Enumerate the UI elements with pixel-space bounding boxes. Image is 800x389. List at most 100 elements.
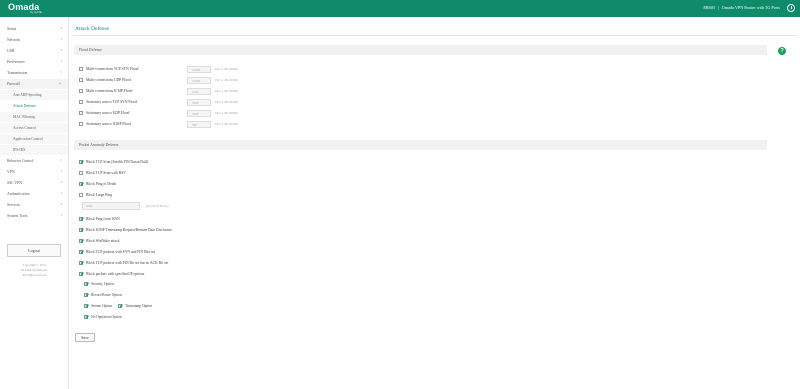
sidebar-sub-anti-arp-spoofing[interactable]: Anti ARP Spoofing	[0, 90, 68, 100]
sidebar-item-vpn[interactable]: VPN ›	[0, 167, 68, 177]
checkbox[interactable]	[118, 303, 123, 308]
chevron-right-icon: ›	[60, 70, 62, 75]
checkbox[interactable]	[79, 77, 83, 82]
flood-threshold-input[interactable]: 1000	[187, 87, 211, 95]
flood-row: Stationary source TCP SYN Flood	[79, 98, 158, 106]
device-model: ER605	[703, 5, 715, 10]
checkbox[interactable]	[79, 227, 83, 232]
chevron-right-icon: ›	[60, 59, 62, 64]
flood-hint: Pkt/s (100-99999)	[215, 100, 239, 104]
chevron-right-icon: ›	[60, 202, 62, 207]
sidebar-item-transmission[interactable]: Transmission ›	[0, 68, 68, 78]
checkbox[interactable]	[79, 216, 83, 221]
chevron-right-icon: ›	[60, 169, 62, 174]
power-icon[interactable]	[787, 4, 795, 12]
section-header-packet-anomaly-defense: Packet Anomaly Defense	[74, 140, 767, 150]
sidebar-sub-mac-filtering[interactable]: MAC Filtering	[0, 112, 68, 122]
checkbox[interactable]	[79, 170, 83, 175]
sidebar-item-ssl-vpn[interactable]: SSL VPN ›	[0, 178, 68, 188]
checkbox[interactable]	[79, 159, 83, 164]
sidebar-item-usb[interactable]: USB ›	[0, 46, 68, 56]
help-icon[interactable]: ?	[778, 47, 786, 55]
chevron-right-icon: ›	[60, 37, 62, 42]
save-button[interactable]: Save	[75, 333, 95, 342]
flood-threshold-input[interactable]: 5000	[187, 98, 211, 106]
ip-option-row: Security Option	[84, 280, 114, 288]
flood-hint: Pkt/s (100-99999)	[215, 89, 239, 93]
checkbox[interactable]	[79, 260, 83, 265]
flood-row: Stationary source ICMP Flood	[79, 120, 158, 128]
page-title: Attack Defense	[75, 26, 110, 32]
copyright-line: All rights reserved.	[22, 273, 47, 277]
sidebar-item-network[interactable]: Network ›	[0, 35, 68, 45]
checkbox[interactable]	[79, 249, 83, 254]
checkbox[interactable]	[79, 181, 83, 186]
flood-threshold-input[interactable]: 10000	[187, 76, 211, 84]
flood-threshold-input[interactable]: 5000	[187, 109, 211, 117]
packet-row: Block packets with specified IP options	[79, 270, 144, 278]
checkbox[interactable]	[84, 292, 88, 297]
checkbox[interactable]	[79, 121, 83, 126]
flood-hint: Pkt/s (100-99999)	[215, 78, 239, 82]
main-content: Attack Defense ? Flood Defense Multi-con…	[69, 17, 800, 389]
packet-row: Block TCP Scan with RST	[79, 169, 126, 177]
checkbox[interactable]	[79, 192, 83, 197]
packet-row: Block TCP Scan (Stealth FIN/Xmas/Null)	[79, 158, 148, 166]
logout-button[interactable]: Logout	[7, 244, 61, 257]
packet-row: Block Large Ping	[79, 191, 112, 199]
device-info: ER605 | Omada VPN Router with 5G Ports	[703, 5, 780, 10]
chevron-down-icon: ⌄	[57, 81, 62, 86]
sidebar-item-authentication[interactable]: Authentication ›	[0, 189, 68, 199]
chevron-right-icon: ›	[60, 191, 62, 196]
large-ping-size-input[interactable]: 3000	[82, 202, 140, 210]
flood-row: Multi-connections ICMP Flood	[79, 87, 158, 95]
packet-row: Block WinNuke attack	[79, 237, 120, 245]
chevron-right-icon: ›	[60, 26, 62, 31]
packet-row: Block Ping of Death	[79, 180, 116, 188]
checkbox[interactable]	[79, 66, 83, 71]
chevron-right-icon: ›	[60, 48, 62, 53]
packet-row: Block Ping from WAN	[79, 215, 120, 223]
sidebar-item-firewall[interactable]: Firewall ⌄	[0, 79, 68, 89]
packet-row: Block TCP packets with SYN and FIN Bits …	[79, 248, 155, 256]
sidebar-sub-application-control[interactable]: Application Control	[0, 134, 68, 144]
checkbox[interactable]	[79, 110, 83, 115]
sidebar-sub-attack-defense[interactable]: Attack Defense	[0, 101, 68, 111]
flood-row: Stationary source UDP Flood	[79, 109, 158, 117]
packet-row: Block TCP packets with FIN Bit set but n…	[79, 259, 168, 267]
divider	[73, 35, 797, 36]
copyright-line: Copyright © 2021	[22, 263, 47, 267]
chevron-right-icon: ›	[60, 158, 62, 163]
brand-logo-sub: by tp-link	[30, 10, 43, 14]
sidebar-item-status[interactable]: Status ›	[0, 24, 68, 34]
checkbox[interactable]	[79, 271, 83, 276]
flood-threshold-input[interactable]: 500	[187, 120, 211, 128]
sidebar-sub-ips-ids[interactable]: IPS/IDS	[0, 145, 68, 155]
section-header-flood-defense: Flood Defense	[74, 45, 767, 55]
checkbox[interactable]	[79, 88, 83, 93]
sidebar-item-system-tools[interactable]: System Tools ›	[0, 211, 68, 221]
flood-hint: Pkt/s (100-99999)	[215, 67, 239, 71]
flood-threshold-input[interactable]: 10000	[187, 65, 211, 73]
checkbox[interactable]	[84, 314, 88, 319]
chevron-right-icon: ›	[60, 180, 62, 185]
checkbox[interactable]	[79, 99, 83, 104]
checkbox[interactable]	[84, 281, 88, 286]
checkbox[interactable]	[79, 238, 83, 243]
packet-row: Block ICMP Timestamp Request/Remote Date…	[79, 226, 172, 234]
sidebar-item-services[interactable]: Services ›	[0, 200, 68, 210]
sidebar: Status › Network › USB › Preferences › Trans…	[0, 17, 69, 389]
ip-option-row: Stream Option Timestamp Option	[84, 302, 152, 310]
ip-option-row: Record Route Option	[84, 291, 122, 299]
top-header: Omada by tp-link ER605 | Omada VPN Router …	[0, 0, 800, 17]
large-ping-hint: (64-65535 Bytes)	[146, 204, 169, 208]
sidebar-item-preferences[interactable]: Preferences ›	[0, 57, 68, 67]
ip-option-row: No Operation Option	[84, 313, 122, 321]
flood-row: Multi-connections UDP Flood	[79, 76, 158, 84]
device-product: Omada VPN Router with 5G Ports	[721, 5, 780, 10]
checkbox[interactable]	[84, 303, 88, 308]
sidebar-item-behavior-control[interactable]: Behavior Control ›	[0, 156, 68, 166]
copyright-line: TP-Link Systems Inc.	[20, 268, 49, 272]
flood-row: Multi-connections TCP SYN Flood	[79, 65, 158, 73]
sidebar-sub-access-control[interactable]: Access Control	[0, 123, 68, 133]
